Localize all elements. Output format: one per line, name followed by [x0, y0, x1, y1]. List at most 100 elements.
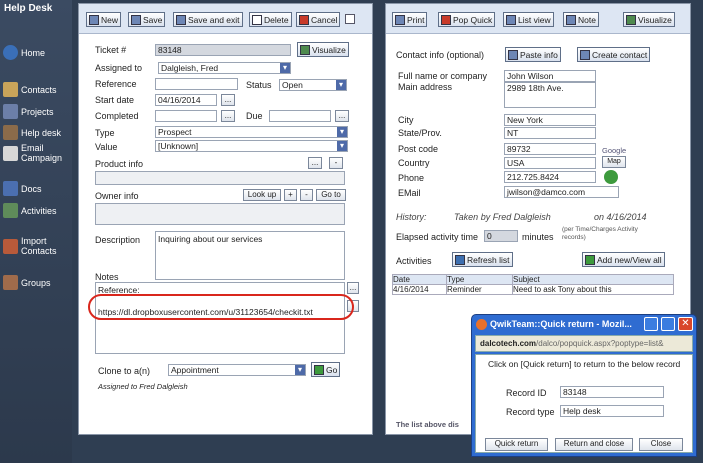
- save-and-exit-button[interactable]: Save and exit: [173, 12, 243, 27]
- value-label: Value: [95, 142, 118, 152]
- address-input[interactable]: 2989 18th Ave.: [504, 82, 596, 108]
- close-button[interactable]: Close: [639, 438, 683, 451]
- paste-info-button[interactable]: Paste info: [505, 47, 561, 62]
- product-info-remove-button[interactable]: -: [329, 157, 343, 169]
- visualize-button[interactable]: Visualize: [297, 42, 349, 57]
- look-up-button[interactable]: Look up: [243, 189, 281, 201]
- email-campaign-icon: [3, 145, 18, 161]
- product-info-label: Product info: [95, 159, 144, 169]
- paste-icon: [508, 49, 518, 60]
- create-contact-button[interactable]: Create contact: [577, 47, 651, 62]
- sidebar-item-groups[interactable]: Groups: [3, 275, 51, 290]
- cancel-button[interactable]: Cancel: [296, 12, 341, 27]
- sidebar-item-contacts[interactable]: Contacts: [3, 82, 57, 97]
- quick-return-popup: QwikTeam::Quick return - Mozil... ✕ dalc…: [471, 314, 697, 457]
- new-icon: [89, 14, 99, 25]
- save-button[interactable]: Save: [128, 12, 166, 27]
- firefox-icon: [476, 319, 487, 330]
- state-input[interactable]: NT: [504, 127, 596, 139]
- home-icon: [3, 45, 18, 60]
- save-icon: [131, 14, 141, 25]
- close-window-icon[interactable]: ✕: [678, 317, 693, 331]
- notes-lookup-button[interactable]: ...: [347, 282, 359, 294]
- popup-instruction: Click on [Quick return] to return to the…: [488, 359, 681, 369]
- list-footer-text: The list above dis: [396, 420, 459, 429]
- record-id-input[interactable]: 83148: [560, 386, 664, 398]
- maximize-icon[interactable]: [661, 317, 675, 331]
- reference-input[interactable]: [155, 78, 238, 90]
- start-date-picker-button[interactable]: ...: [221, 94, 235, 106]
- address-label: Main address: [398, 82, 453, 92]
- popup-address-bar[interactable]: dalcotech.com/dalco/popquick.aspx?poptyp…: [475, 335, 693, 352]
- map-button[interactable]: Map: [602, 156, 626, 168]
- elapsed-input: 0: [484, 230, 518, 242]
- column-date: Date: [392, 274, 447, 285]
- owner-remove-button[interactable]: -: [300, 189, 313, 201]
- note-button[interactable]: Note: [563, 12, 599, 27]
- new-button[interactable]: New: [86, 12, 122, 27]
- type-select[interactable]: Prospect: [155, 126, 348, 138]
- clone-select[interactable]: Appointment: [168, 364, 306, 376]
- sidebar-item-import-contacts[interactable]: Import Contacts: [3, 236, 71, 256]
- completed-picker-button[interactable]: ...: [221, 110, 235, 122]
- activities-icon: [3, 203, 18, 218]
- visualize-icon: [300, 44, 310, 55]
- due-input[interactable]: [269, 110, 331, 122]
- history-label: History:: [396, 212, 427, 222]
- record-id-label: Record ID: [506, 388, 547, 398]
- help-desk-icon: [3, 125, 18, 140]
- phone-input[interactable]: 212.725.8424: [504, 171, 596, 183]
- sidebar-item-projects[interactable]: Projects: [3, 104, 54, 119]
- owner-info-label: Owner info: [95, 191, 139, 201]
- country-input[interactable]: USA: [504, 157, 596, 169]
- owner-info-box[interactable]: [95, 203, 345, 225]
- pop-quick-button[interactable]: Pop Quick: [438, 12, 496, 27]
- sidebar-item-activities[interactable]: Activities: [3, 203, 57, 218]
- product-info-box[interactable]: [95, 171, 345, 185]
- phone-call-icon[interactable]: [604, 170, 618, 184]
- value-select[interactable]: [Unknown]: [155, 140, 348, 152]
- ticket-number-label: Ticket #: [95, 45, 127, 55]
- visualize-right-button[interactable]: Visualize: [623, 12, 675, 27]
- description-textarea[interactable]: Inquiring about our services: [155, 231, 345, 280]
- name-label: Full name or company: [398, 71, 488, 81]
- owner-add-button[interactable]: +: [284, 189, 297, 201]
- clone-go-button[interactable]: Go: [311, 362, 341, 377]
- sidebar-item-help-desk[interactable]: Help desk: [3, 125, 61, 140]
- sidebar: Help Desk Home Contacts Projects Help de…: [0, 0, 72, 463]
- select-checkbox[interactable]: [345, 14, 355, 24]
- status-select[interactable]: Open: [279, 79, 347, 91]
- list-view-button[interactable]: List view: [503, 12, 554, 27]
- minimize-icon[interactable]: [644, 317, 658, 331]
- delete-button[interactable]: Delete: [249, 12, 292, 27]
- city-input[interactable]: New York: [504, 114, 596, 126]
- elapsed-note: (per Time/Charges Activity records): [562, 226, 638, 241]
- refresh-list-button[interactable]: Refresh list: [452, 252, 513, 267]
- description-label: Description: [95, 235, 141, 245]
- minutes-label: minutes: [522, 232, 554, 242]
- sidebar-item-docs[interactable]: Docs: [3, 181, 42, 196]
- contact-info-header: Contact info (optional): [396, 50, 485, 60]
- post-code-input[interactable]: 89732: [504, 143, 596, 155]
- print-button[interactable]: Print: [392, 12, 428, 27]
- record-type-input[interactable]: Help desk: [560, 405, 664, 417]
- import-contacts-icon: [3, 238, 18, 254]
- start-date-input[interactable]: 04/16/2014: [155, 94, 217, 106]
- name-input[interactable]: John Wilson: [504, 70, 596, 82]
- quick-return-button[interactable]: Quick return: [485, 438, 548, 451]
- due-picker-button[interactable]: ...: [335, 110, 349, 122]
- assigned-to-select[interactable]: Dalgleish, Fred: [158, 62, 291, 74]
- email-input[interactable]: jwilson@damco.com: [504, 186, 619, 198]
- save-exit-icon: [176, 14, 186, 25]
- sidebar-item-email-campaign[interactable]: Email Campaign: [3, 143, 71, 163]
- completed-input[interactable]: [155, 110, 217, 122]
- return-and-close-button[interactable]: Return and close: [555, 438, 633, 451]
- completed-label: Completed: [95, 111, 139, 121]
- sidebar-item-home[interactable]: Home: [3, 45, 45, 60]
- go-to-button[interactable]: Go to: [316, 189, 346, 201]
- product-info-lookup-button[interactable]: ...: [308, 157, 322, 169]
- assigned-to-label: Assigned to: [95, 63, 143, 73]
- add-new-button[interactable]: Add new/View all: [582, 252, 665, 267]
- docs-icon: [3, 181, 18, 196]
- table-row[interactable]: 4/16/2014 Reminder Need to ask Tony abou…: [392, 284, 674, 295]
